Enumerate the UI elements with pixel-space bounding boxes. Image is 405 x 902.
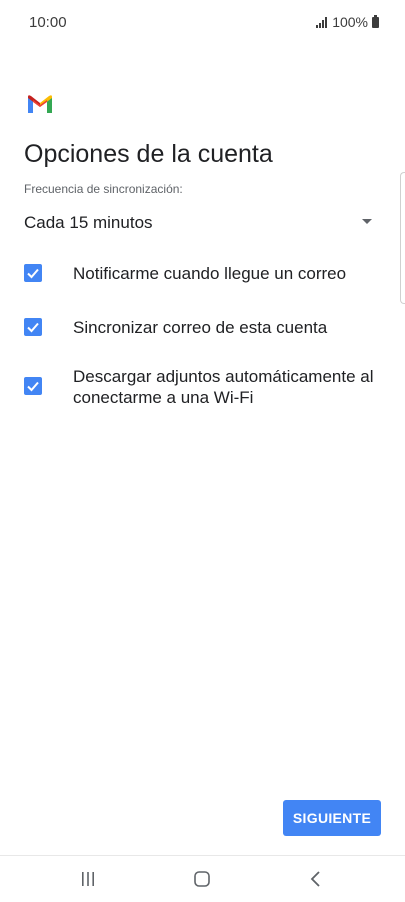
sync-mail-option[interactable]: Sincronizar correo de esta cuenta	[24, 316, 384, 338]
next-button[interactable]: SIGUIENTE	[283, 800, 381, 836]
signal-icon	[316, 16, 328, 28]
scroll-indicator	[400, 172, 405, 304]
status-time: 10:00	[29, 14, 67, 31]
checkmark-icon	[27, 322, 39, 333]
checkmark-icon	[27, 381, 39, 392]
sync-frequency-label: Frecuencia de sincronización:	[24, 182, 183, 196]
navigation-bar	[0, 855, 405, 902]
dropdown-arrow-icon	[362, 219, 372, 224]
download-attachments-label: Descargar adjuntos automáticamente al co…	[73, 367, 374, 407]
sync-mail-label: Sincronizar correo de esta cuenta	[73, 318, 328, 337]
download-attachments-checkbox[interactable]	[24, 377, 42, 395]
sync-mail-checkbox[interactable]	[24, 318, 42, 336]
notify-label: Notificarme cuando llegue un correo	[73, 264, 347, 283]
status-indicators: 100%	[316, 14, 379, 30]
page-title: Opciones de la cuenta	[24, 140, 273, 168]
battery-percent: 100%	[332, 14, 368, 30]
home-icon[interactable]	[182, 866, 222, 892]
gmail-logo-icon	[28, 95, 52, 113]
status-bar: 10:00 100%	[0, 0, 405, 46]
sync-frequency-dropdown[interactable]: Cada 15 minutos	[24, 206, 374, 238]
battery-icon	[372, 14, 379, 28]
notify-checkbox[interactable]	[24, 264, 42, 282]
sync-frequency-value: Cada 15 minutos	[24, 213, 153, 232]
notify-option[interactable]: Notificarme cuando llegue un correo	[24, 262, 384, 284]
recents-icon[interactable]	[68, 866, 108, 892]
back-icon[interactable]	[296, 866, 336, 892]
download-attachments-option[interactable]: Descargar adjuntos automáticamente al co…	[24, 366, 384, 410]
checkmark-icon	[27, 268, 39, 279]
